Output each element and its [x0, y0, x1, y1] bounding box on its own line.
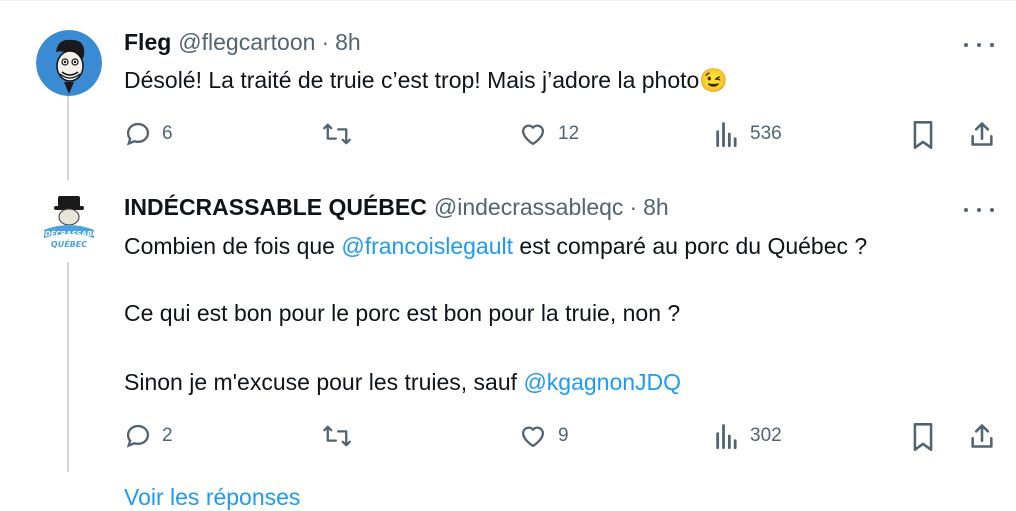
avatar-fleg[interactable]	[36, 30, 102, 96]
tweet-time[interactable]: 8h	[335, 29, 361, 56]
views-button[interactable]: 536	[714, 120, 782, 148]
views-count: 302	[750, 425, 782, 446]
author-handle[interactable]: @flegcartoon	[178, 29, 315, 56]
show-replies-link[interactable]: Voir les réponses	[124, 484, 300, 511]
text-segment: est comparé au porc du Québec ?	[513, 233, 868, 259]
svg-text:INDÉCRASSABLE: INDÉCRASSABLE	[37, 229, 102, 238]
text-segment: Sinon je m'excuse pour les truies, sauf	[124, 369, 524, 395]
author-name[interactable]: Fleg	[124, 29, 171, 56]
reply-button[interactable]: 2	[124, 422, 173, 450]
text-segment: Combien de fois que	[124, 233, 342, 259]
reply-icon	[126, 122, 150, 146]
reply-button[interactable]: 6	[124, 120, 173, 148]
tweet-text-line-1: Combien de fois que @francoislegault est…	[124, 231, 867, 261]
bookmark-icon	[913, 121, 933, 149]
separator-dot: ·	[321, 29, 330, 55]
like-button[interactable]: 12	[518, 120, 579, 148]
retweet-icon	[323, 123, 351, 145]
share-icon	[971, 122, 993, 146]
retweet-button[interactable]	[322, 120, 352, 148]
share-button[interactable]	[969, 120, 995, 148]
reply-icon	[126, 424, 150, 448]
tweet-header: INDÉCRASSABLE QUÉBEC @indecrassableqc · …	[124, 194, 669, 221]
like-icon	[521, 124, 545, 146]
wink-emoji: 😉	[699, 67, 728, 93]
views-button[interactable]: 302	[714, 422, 782, 450]
like-icon	[521, 426, 545, 448]
tweet-text-body: Désolé! La traité de truie c’est trop! M…	[124, 67, 700, 93]
retweet-button[interactable]	[322, 422, 352, 450]
reply-count: 6	[162, 123, 173, 144]
bookmark-button[interactable]	[911, 422, 935, 452]
thread-line	[67, 96, 69, 180]
like-count: 9	[558, 425, 569, 446]
top-divider	[0, 0, 1016, 1]
bookmark-icon	[913, 423, 933, 451]
separator-dot: ·	[629, 194, 638, 220]
tweet-text-line-2: Ce qui est bon pour le porc est bon pour…	[124, 298, 680, 328]
views-icon	[716, 424, 737, 450]
tweet-time[interactable]: 8h	[643, 194, 669, 221]
text-segment: Ce qui est bon pour le porc est bon pour…	[124, 300, 681, 326]
bookmark-button[interactable]	[911, 120, 935, 150]
share-button[interactable]	[969, 422, 995, 450]
reply-count: 2	[162, 425, 173, 446]
retweet-icon	[323, 425, 351, 447]
author-handle[interactable]: @indecrassableqc	[434, 194, 624, 221]
more-icon[interactable]	[964, 35, 994, 55]
like-count: 12	[558, 123, 580, 144]
svg-text:QUÉBEC: QUÉBEC	[51, 238, 87, 249]
mention-link[interactable]: @francoislegault	[341, 233, 513, 259]
mention-link[interactable]: @kgagnonJDQ	[523, 369, 681, 395]
more-icon[interactable]	[964, 200, 994, 220]
views-count: 536	[750, 123, 782, 144]
like-button[interactable]: 9	[518, 422, 569, 450]
tweet-header: Fleg @flegcartoon · 8h	[124, 29, 361, 56]
tweet-text-line-3: Sinon je m'excuse pour les truies, sauf …	[124, 367, 681, 397]
views-icon	[716, 122, 737, 148]
thread-line	[67, 262, 69, 472]
avatar-indecrassable[interactable]: INDÉCRASSABLE QUÉBEC	[36, 190, 102, 256]
author-name[interactable]: INDÉCRASSABLE QUÉBEC	[124, 194, 427, 221]
tweet-text: Désolé! La traité de truie c’est trop! M…	[124, 65, 728, 95]
share-icon	[971, 424, 993, 448]
